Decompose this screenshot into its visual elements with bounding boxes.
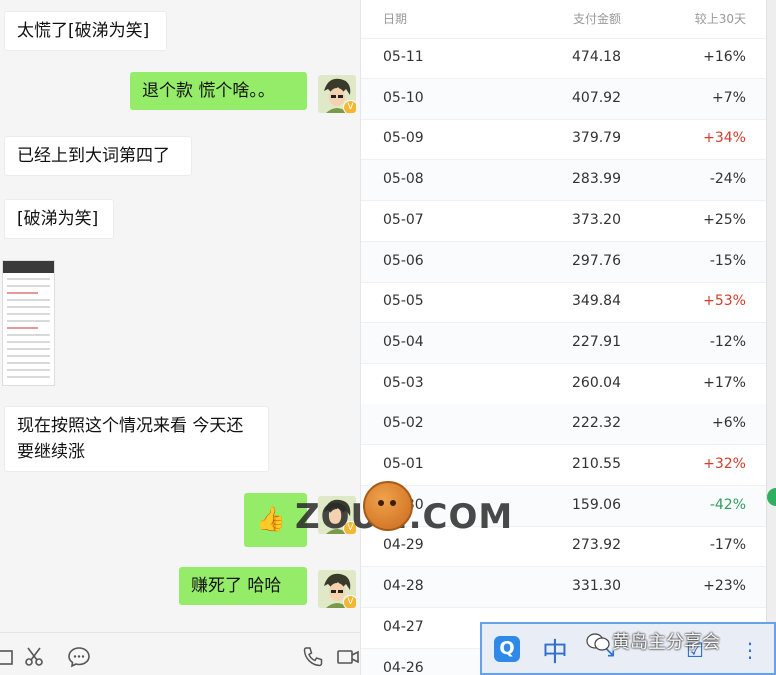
folder-icon[interactable] bbox=[0, 645, 18, 669]
cell-date: 05-05 bbox=[383, 293, 424, 310]
cell-amount: 159.06 bbox=[572, 496, 621, 513]
cell-change: -24% bbox=[709, 171, 746, 188]
chat-message-self[interactable]: 退个款 慌个啥。。 bbox=[130, 72, 307, 110]
table-row[interactable]: 05-02 222.32 +6% bbox=[361, 404, 767, 446]
cell-amount: 474.18 bbox=[572, 49, 621, 65]
table-row[interactable]: 05-03 260.04 +17% bbox=[361, 364, 767, 405]
table-row[interactable]: 05-05 349.84 +53% bbox=[361, 282, 767, 324]
ime-language-toggle[interactable]: 中 bbox=[542, 632, 568, 669]
table-row[interactable]: 05-07 373.20 +25% bbox=[361, 201, 767, 242]
cell-date: 05-06 bbox=[383, 252, 424, 269]
table-row[interactable]: 05-09 379.79 +34% bbox=[361, 119, 767, 161]
chat-message[interactable]: [破涕为笑] bbox=[4, 199, 114, 239]
chat-message[interactable]: 太慌了[破涕为笑] bbox=[4, 11, 167, 51]
image-message-thumbnail[interactable] bbox=[2, 260, 55, 386]
cell-date: 05-03 bbox=[383, 374, 424, 391]
window-edge bbox=[766, 0, 776, 675]
table-header: 日期 支付金额 较上30天 bbox=[361, 0, 767, 39]
cell-change: -17% bbox=[709, 537, 746, 554]
cell-amount: 227.91 bbox=[572, 333, 621, 350]
watermark-caption: 黄岛主分享会 bbox=[612, 632, 720, 653]
table-row[interactable]: 05-11 474.18 +16% bbox=[361, 38, 767, 79]
chat-message[interactable]: 已经上到大词第四了 bbox=[4, 136, 192, 176]
payment-stats-table: 日期 支付金额 较上30天 05-11 474.18 +16% 05-10 407.92… bbox=[360, 0, 767, 675]
cell-change: -12% bbox=[709, 333, 746, 350]
column-header-amount: 支付金额 bbox=[572, 12, 621, 26]
watermark-logo-icon bbox=[363, 481, 413, 531]
video-icon[interactable] bbox=[336, 645, 360, 669]
avatar[interactable]: V bbox=[318, 570, 356, 608]
cell-change: +32% bbox=[703, 456, 746, 472]
table-row[interactable]: 05-04 227.91 -12% bbox=[361, 322, 767, 364]
cell-change: +53% bbox=[703, 293, 746, 310]
table-row[interactable]: 04-28 331.30 +23% bbox=[361, 567, 767, 609]
avatar[interactable]: V bbox=[318, 75, 356, 113]
cell-change: +6% bbox=[712, 415, 746, 432]
chat-message-self[interactable]: 赚死了 哈哈 bbox=[179, 567, 307, 605]
cell-amount: 407.92 bbox=[572, 89, 621, 106]
cell-change: +7% bbox=[712, 89, 746, 106]
cell-date: 05-02 bbox=[383, 415, 424, 432]
cell-date: 04-29 bbox=[383, 537, 424, 554]
cell-date: 05-04 bbox=[383, 333, 424, 350]
chat-input-toolbar bbox=[0, 632, 360, 675]
cell-amount: 283.99 bbox=[572, 171, 621, 188]
cell-change: +17% bbox=[703, 374, 746, 391]
cell-amount: 260.04 bbox=[572, 374, 621, 391]
table-row[interactable]: 05-01 210.55 +32% bbox=[361, 445, 767, 486]
cell-amount: 373.20 bbox=[572, 211, 621, 228]
cell-change: +34% bbox=[703, 130, 746, 147]
cell-amount: 210.55 bbox=[572, 456, 621, 472]
chat-message[interactable]: 现在按照这个情况来看 今天还要继续涨 bbox=[4, 406, 269, 472]
cell-date: 04-27 bbox=[383, 618, 424, 635]
cell-amount: 222.32 bbox=[572, 415, 621, 432]
cell-change: -42% bbox=[709, 496, 746, 513]
cell-change: -15% bbox=[709, 252, 746, 269]
phone-icon[interactable] bbox=[301, 645, 325, 669]
cell-date: 05-08 bbox=[383, 171, 424, 188]
cell-date: 04-28 bbox=[383, 578, 424, 595]
cell-date: 05-07 bbox=[383, 211, 424, 228]
verified-badge-icon: V bbox=[343, 100, 356, 113]
table-row[interactable]: 05-10 407.92 +7% bbox=[361, 78, 767, 120]
cell-amount: 297.76 bbox=[572, 252, 621, 269]
scissors-icon[interactable] bbox=[22, 645, 46, 669]
column-header-date: 日期 bbox=[383, 12, 408, 26]
wechat-official-account-icon bbox=[586, 633, 610, 651]
table-row[interactable]: 05-08 283.99 -24% bbox=[361, 160, 767, 202]
cell-date: 04-26 bbox=[383, 659, 424, 675]
cell-change: +16% bbox=[703, 49, 746, 65]
ime-menu-icon[interactable]: ⋮ bbox=[740, 638, 760, 662]
cell-change: +23% bbox=[703, 578, 746, 595]
column-header-change: 较上30天 bbox=[694, 12, 746, 26]
thumbnail-header bbox=[3, 261, 54, 273]
cell-date: 05-01 bbox=[383, 456, 424, 472]
cell-date: 05-11 bbox=[383, 49, 424, 65]
cell-amount: 273.92 bbox=[572, 537, 621, 554]
cell-amount: 349.84 bbox=[572, 293, 621, 310]
cell-date: 05-10 bbox=[383, 89, 424, 106]
table-row[interactable]: 05-06 297.76 -15% bbox=[361, 241, 767, 283]
cell-date: 05-09 bbox=[383, 130, 424, 147]
cell-amount: 379.79 bbox=[572, 130, 621, 147]
cell-change: +25% bbox=[703, 211, 746, 228]
chat-pane: 太慌了[破涕为笑] 退个款 慌个啥。。 V 已经上到大词第四了 [破涕为笑] 现… bbox=[0, 0, 360, 675]
verified-badge-icon: V bbox=[343, 595, 356, 608]
cell-amount: 331.30 bbox=[572, 578, 621, 595]
chat-bubble-icon[interactable] bbox=[67, 645, 91, 669]
ime-search-icon[interactable]: Q bbox=[494, 636, 520, 662]
